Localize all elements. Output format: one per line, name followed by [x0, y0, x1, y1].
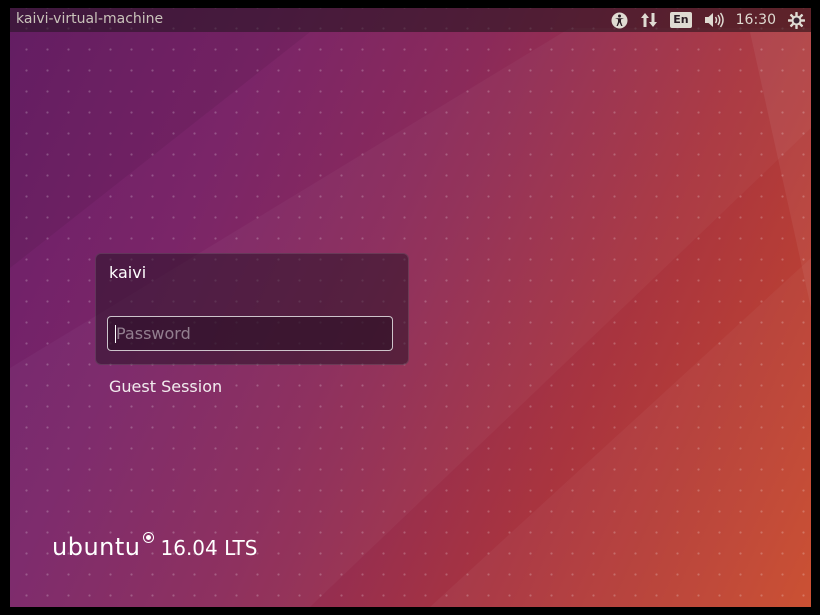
password-input[interactable]: [108, 317, 392, 350]
volume-icon[interactable]: [704, 8, 724, 32]
login-card: kaivi: [95, 253, 409, 365]
guest-session-button[interactable]: Guest Session: [109, 377, 222, 396]
username-label[interactable]: kaivi: [109, 263, 146, 282]
hostname-label: kaivi-virtual-machine: [16, 11, 164, 27]
brand-wordmark: ubuntu: [52, 533, 141, 561]
greeter-screen: kaivi-virtual-machine En 16:30 kaivi Gue…: [10, 8, 811, 607]
os-version-label: 16.04 LTS: [160, 536, 258, 560]
keyboard-layout-indicator[interactable]: En: [670, 8, 692, 32]
top-panel: kaivi-virtual-machine En 16:30: [10, 8, 811, 32]
power-settings-icon[interactable]: [788, 8, 805, 32]
ubuntu-logo: ubuntu 16.04 LTS: [52, 532, 258, 561]
accessibility-icon[interactable]: [611, 8, 628, 32]
text-caret: [115, 325, 116, 343]
password-field-frame: [107, 316, 393, 351]
network-icon[interactable]: [640, 8, 658, 32]
circle-of-friends-icon: [142, 532, 154, 543]
language-badge: En: [670, 12, 692, 28]
clock[interactable]: 16:30: [736, 8, 776, 32]
indicator-area: En 16:30: [599, 8, 805, 32]
